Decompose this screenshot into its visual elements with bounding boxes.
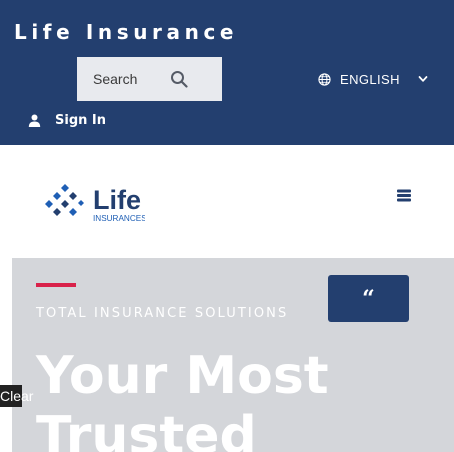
company-logo[interactable]: Life INSURANCES <box>41 178 145 224</box>
search-input[interactable] <box>93 69 157 89</box>
sign-in-label: Sign In <box>55 112 106 128</box>
logo-word: Life <box>93 185 141 215</box>
chevron-down-icon <box>418 76 428 82</box>
search-icon[interactable] <box>170 70 188 88</box>
globe-icon <box>318 72 331 86</box>
user-icon <box>28 114 41 127</box>
quote-button[interactable]: “ <box>328 275 409 322</box>
sign-in-link[interactable]: Sign In <box>28 110 106 130</box>
accent-bar <box>36 283 76 287</box>
top-bar: Life Insurance ENGLISH Sign In <box>0 0 454 145</box>
hero-section: TOTAL INSURANCE SOLUTIONS “ Your Most Tr… <box>12 258 454 452</box>
quote-icon: “ <box>362 285 375 312</box>
logo-subtext: INSURANCES <box>93 214 145 223</box>
language-label: ENGLISH <box>340 71 400 87</box>
hamburger-menu-icon[interactable] <box>396 188 412 203</box>
clear-button[interactable]: Clear <box>0 385 33 407</box>
site-title[interactable]: Life Insurance <box>14 20 238 44</box>
language-selector[interactable]: ENGLISH <box>318 70 428 88</box>
hero-tagline: TOTAL INSURANCE SOLUTIONS <box>36 306 289 321</box>
search-box <box>77 57 222 101</box>
hero-headline: Your Most Trusted <box>36 346 329 452</box>
logo-mark-icon <box>45 184 84 216</box>
